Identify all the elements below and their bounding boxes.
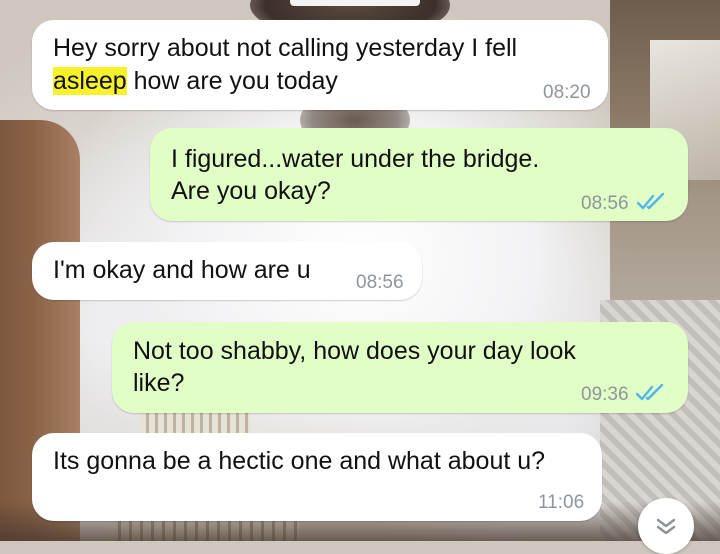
message-text-line2: asleep how are you today bbox=[53, 67, 338, 95]
incoming-message-bubble[interactable]: Hey sorry about not calling yesterday I … bbox=[32, 20, 608, 110]
outgoing-message-bubble[interactable]: Not too shabby, how does your day look l… bbox=[112, 322, 688, 413]
message-timestamp: 08:20 bbox=[543, 82, 591, 103]
double-check-icon bbox=[637, 192, 665, 210]
message-timestamp: 08:56 bbox=[581, 193, 629, 214]
message-text-line2: Are you okay? bbox=[171, 177, 331, 205]
message-timestamp: 09:36 bbox=[581, 384, 629, 405]
message-text: I figured...water under the bridge. bbox=[171, 145, 540, 173]
incoming-message-bubble[interactable]: I'm okay and how are u 08:56 bbox=[32, 242, 422, 300]
message-text: Not too shabby, how does your day look bbox=[133, 337, 576, 365]
message-text-line2: like? bbox=[133, 369, 185, 397]
message-text: Hey sorry about not calling yesterday I … bbox=[53, 34, 518, 62]
message-timestamp: 08:56 bbox=[356, 272, 404, 293]
outgoing-message-bubble[interactable]: I figured...water under the bridge. Are … bbox=[150, 128, 688, 221]
message-text: Its gonna be a hectic one and what about… bbox=[53, 447, 546, 475]
message-text: I'm okay and how are u bbox=[53, 256, 311, 284]
double-check-icon bbox=[636, 383, 664, 401]
message-timestamp: 11:06 bbox=[538, 492, 585, 513]
scroll-to-bottom-button[interactable] bbox=[638, 498, 694, 554]
incoming-message-bubble[interactable]: Its gonna be a hectic one and what about… bbox=[32, 433, 602, 521]
search-highlight: asleep bbox=[53, 67, 127, 95]
chevrons-down-icon bbox=[656, 518, 676, 534]
